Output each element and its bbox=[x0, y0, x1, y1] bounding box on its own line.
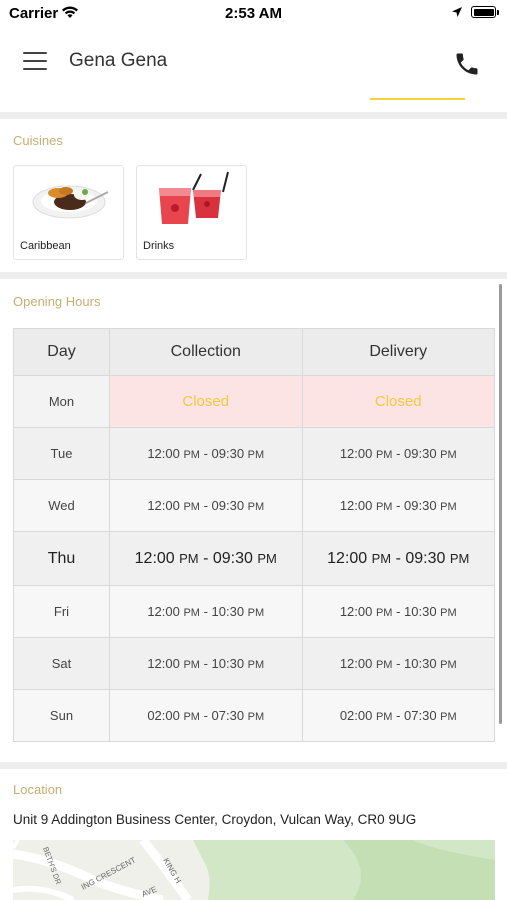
table-row: Tue 12:00 PM - 09:30 PM 12:00 PM - 09:30 P… bbox=[13, 427, 495, 480]
address-text: Unit 9 Addington Business Center, Croydo… bbox=[13, 812, 417, 827]
drinks-image bbox=[159, 171, 229, 224]
day-cell: Mon bbox=[13, 375, 110, 428]
scrollbar[interactable] bbox=[499, 284, 502, 724]
caribbean-dish-image bbox=[32, 185, 109, 219]
collection-hours-cell: 12:00 PM - 09:30 PM bbox=[109, 531, 303, 586]
status-bar: Carrier 2:53 AM bbox=[0, 0, 507, 28]
section-divider bbox=[0, 762, 507, 769]
cuisine-card-drinks[interactable]: Drinks bbox=[136, 165, 247, 260]
page-title: Gena Gena bbox=[69, 50, 168, 71]
cuisines-heading: Cuisines bbox=[13, 133, 63, 148]
section-divider bbox=[0, 272, 507, 279]
menu-icon[interactable] bbox=[23, 52, 47, 70]
day-cell: Sat bbox=[13, 637, 110, 690]
day-cell: Sun bbox=[13, 689, 110, 742]
column-header-delivery: Delivery bbox=[301, 328, 495, 376]
collection-hours-cell: 12:00 PM - 10:30 PM bbox=[109, 637, 303, 690]
location-heading: Location bbox=[13, 782, 63, 797]
location-arrow-icon bbox=[452, 7, 462, 17]
table-row: Wed 12:00 PM - 09:30 PM 12:00 PM - 09:30 P… bbox=[13, 479, 495, 532]
table-row: Mon Closed Closed bbox=[13, 375, 495, 428]
table-row: Thu 12:00 PM - 09:30 PM 12:00 PM - 09:30 P… bbox=[13, 531, 495, 586]
delivery-hours-cell: 12:00 PM - 09:30 PM bbox=[301, 531, 495, 586]
table-header-row: Day Collection Delivery bbox=[13, 328, 495, 376]
delivery-hours-cell: 12:00 PM - 09:30 PM bbox=[301, 479, 495, 532]
cuisine-label-caribbean: Caribbean bbox=[20, 240, 71, 252]
active-tab-indicator bbox=[370, 98, 465, 100]
column-header-collection: Collection bbox=[109, 328, 303, 376]
delivery-hours-cell: Closed bbox=[301, 375, 495, 428]
clock: 2:53 AM bbox=[225, 5, 282, 22]
day-cell: Thu bbox=[13, 531, 110, 586]
opening-hours-heading: Opening Hours bbox=[13, 294, 101, 309]
opening-hours-table: Day Collection Delivery Mon Closed Closed T… bbox=[13, 328, 495, 742]
battery-icon bbox=[471, 6, 496, 18]
day-cell: Wed bbox=[13, 479, 110, 532]
nav-bar: Gena Gena bbox=[0, 28, 507, 100]
cuisine-card-caribbean[interactable]: Caribbean bbox=[13, 165, 124, 260]
collection-hours-cell: 12:00 PM - 10:30 PM bbox=[109, 585, 303, 638]
collection-hours-cell: Closed bbox=[109, 375, 303, 428]
delivery-hours-cell: 12:00 PM - 10:30 PM bbox=[301, 585, 495, 638]
collection-hours-cell: 12:00 PM - 09:30 PM bbox=[109, 479, 303, 532]
collection-hours-cell: 02:00 PM - 07:30 PM bbox=[109, 689, 303, 742]
delivery-hours-cell: 12:00 PM - 10:30 PM bbox=[301, 637, 495, 690]
delivery-hours-cell: 12:00 PM - 09:30 PM bbox=[301, 427, 495, 480]
phone-icon[interactable] bbox=[453, 50, 481, 78]
table-row: Sat 12:00 PM - 10:30 PM 12:00 PM - 10:30 P… bbox=[13, 637, 495, 690]
section-divider bbox=[0, 112, 507, 119]
day-cell: Fri bbox=[13, 585, 110, 638]
table-row: Fri 12:00 PM - 10:30 PM 12:00 PM - 10:30 P… bbox=[13, 585, 495, 638]
column-header-day: Day bbox=[13, 328, 110, 376]
collection-hours-cell: 12:00 PM - 09:30 PM bbox=[109, 427, 303, 480]
day-cell: Tue bbox=[13, 427, 110, 480]
delivery-hours-cell: 02:00 PM - 07:30 PM bbox=[301, 689, 495, 742]
cuisine-label-drinks: Drinks bbox=[143, 240, 175, 252]
battery-tip bbox=[497, 10, 499, 15]
location-map[interactable]: BETH'S DR ING CRESCENT AVE KING H bbox=[13, 840, 495, 900]
table-row: Sun 02:00 PM - 07:30 PM 02:00 PM - 07:30 P… bbox=[13, 689, 495, 742]
